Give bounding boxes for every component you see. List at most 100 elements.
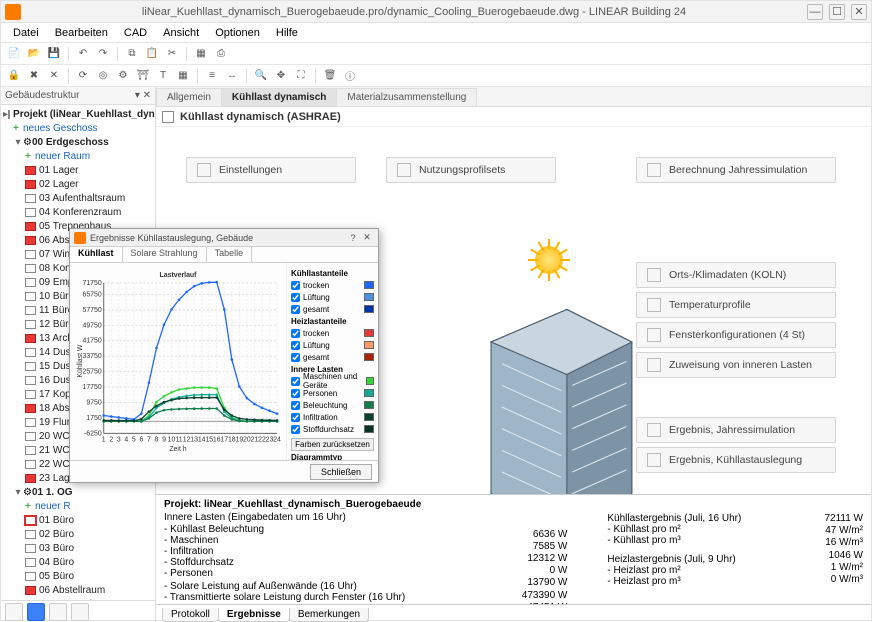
legend-header-diagrammtyp: Diagrammtyp (291, 453, 374, 460)
legend-cb-maschinen[interactable] (291, 377, 300, 386)
menu-cad[interactable]: CAD (116, 25, 155, 41)
legend-cb-lueftung[interactable] (291, 293, 300, 302)
layers-icon[interactable]: ▦ (192, 45, 210, 63)
tree-row[interactable]: ▸Projekt (liNear_Kuehllast_dynamis (3, 107, 155, 121)
legend-cb-stoff[interactable] (291, 425, 300, 434)
svg-text:1: 1 (102, 436, 106, 443)
undo-icon[interactable]: ↶ (74, 45, 92, 63)
tree-row[interactable]: 01 Lager (3, 163, 155, 177)
tree-row[interactable]: +neuer Raum (3, 149, 155, 163)
svg-text:Lastverlauf: Lastverlauf (160, 272, 198, 279)
btn-einstellungen[interactable]: Einstellungen (186, 157, 356, 183)
tree-row[interactable]: +neuer R (3, 499, 155, 513)
menu-datei[interactable]: Datei (5, 25, 47, 41)
tree-row[interactable]: 03 Aufenthaltsraum (3, 191, 155, 205)
btn-ortsdaten[interactable]: Orts-/Klimadaten (KOLN) (636, 262, 836, 288)
info-icon[interactable]: ⓘ (341, 67, 359, 85)
close-window-button[interactable]: ✕ (851, 4, 867, 20)
menu-optionen[interactable]: Optionen (207, 25, 268, 41)
reset-colors-button[interactable]: Farben zurücksetzen (291, 438, 374, 451)
paste-icon[interactable]: 📋 (143, 45, 161, 63)
tab-allgemein[interactable]: Allgemein (156, 88, 222, 106)
results-tab-protokoll[interactable]: Protokoll (162, 608, 219, 622)
lock-icon[interactable]: 🔒 (5, 67, 23, 85)
dialog-close-footer-button[interactable]: Schließen (310, 464, 372, 480)
fit-icon[interactable]: ⛶ (292, 67, 310, 85)
dialog-titlebar[interactable]: Ergebnisse Kühllastauslegung, Gebäude ? … (70, 229, 378, 247)
menu-ansicht[interactable]: Ansicht (155, 25, 207, 41)
copy-icon[interactable]: ⧉ (123, 45, 141, 63)
print-icon[interactable]: ⎙ (212, 45, 230, 63)
door-icon[interactable]: ⛩ (134, 67, 152, 85)
save-icon[interactable]: 💾 (45, 45, 63, 63)
swatch-icon (364, 353, 374, 361)
trash-icon[interactable]: 🗑 (321, 67, 339, 85)
swatch-icon (364, 341, 374, 349)
btn-ergebnis-jahres[interactable]: Ergebnis, Jahressimulation (636, 417, 836, 443)
close-panel-icon[interactable]: ✕ (45, 67, 63, 85)
legend-cb-h-gesamt[interactable] (291, 353, 300, 362)
svg-text:1750: 1750 (86, 415, 102, 422)
tab-kuehllast[interactable]: Kühllast dynamisch (221, 88, 337, 106)
legend-cb-h-trocken[interactable] (291, 329, 300, 338)
btn-innere-lasten[interactable]: Zuweisung von inneren Lasten (636, 352, 836, 378)
legend-cb-beleuchtung[interactable] (291, 401, 300, 410)
legend-cb-personen[interactable] (291, 389, 300, 398)
results-tab-bemerkungen[interactable]: Bemerkungen (289, 608, 369, 622)
btn-ergebnis-kuehllast[interactable]: Ergebnis, Kühllastauslegung (636, 447, 836, 473)
btn-jahressimulation[interactable]: Berechnung Jahressimulation (636, 157, 836, 183)
zoom-icon[interactable]: 🔍 (252, 67, 270, 85)
center-icon[interactable]: ↔ (223, 67, 241, 85)
minimize-button[interactable]: — (807, 4, 823, 20)
menu-bearbeiten[interactable]: Bearbeiten (47, 25, 116, 41)
maximize-button[interactable]: ☐ (829, 4, 845, 20)
view-grid-icon[interactable] (49, 603, 67, 621)
tree-row[interactable]: +neues Geschoss (3, 121, 155, 135)
redo-icon[interactable]: ↷ (94, 45, 112, 63)
legend-cb-gesamt[interactable] (291, 305, 300, 314)
dialog-tab-solar[interactable]: Solare Strahlung (123, 247, 207, 262)
tree-row[interactable]: ▾⚙ 01 1. OG (3, 485, 155, 499)
tree-row[interactable]: 05 Büro (3, 569, 155, 583)
swatch-icon (364, 401, 374, 409)
dialog-help-button[interactable]: ? (346, 231, 360, 245)
gear-icon[interactable]: ⚙ (114, 67, 132, 85)
legend-cb-h-lueftung[interactable] (291, 341, 300, 350)
tree-row[interactable]: 02 Büro (3, 527, 155, 541)
dialog-tab-kuehllast[interactable]: Kühllast (70, 247, 123, 262)
rotate-icon[interactable]: ⟳ (74, 67, 92, 85)
dialog-tab-tabelle[interactable]: Tabelle (207, 247, 253, 262)
text-icon[interactable]: T (154, 67, 172, 85)
tree-row[interactable]: 01 Büro (3, 513, 155, 527)
cut-icon[interactable]: ✂ (163, 45, 181, 63)
sidebar-pin-icon[interactable]: ▾ ✕ (135, 90, 151, 101)
tree-row[interactable]: 04 Büro (3, 555, 155, 569)
tree-row[interactable]: ▾⚙ 00 Erdgeschoss (3, 135, 155, 149)
tree-row[interactable]: 03 Büro (3, 541, 155, 555)
tree-row[interactable]: 06 Abstellraum (3, 583, 155, 597)
align-left-icon[interactable]: ≡ (203, 67, 221, 85)
delete-icon[interactable]: ✖ (25, 67, 43, 85)
pan-icon[interactable]: ✥ (272, 67, 290, 85)
dialog-close-button[interactable]: ✕ (360, 231, 374, 245)
building-illustration (446, 277, 666, 494)
open-icon[interactable]: 📂 (25, 45, 43, 63)
view-list-icon[interactable] (5, 603, 23, 621)
menu-hilfe[interactable]: Hilfe (268, 25, 306, 41)
btn-nutzungsprofilsets[interactable]: Nutzungsprofilsets (386, 157, 556, 183)
new-icon[interactable]: 📄 (5, 45, 23, 63)
table-icon[interactable]: ▦ (174, 67, 192, 85)
view-tree-icon[interactable] (27, 603, 45, 621)
tab-material[interactable]: Materialzusammenstellung (336, 88, 477, 106)
chart-dialog: Ergebnisse Kühllastauslegung, Gebäude ? … (69, 228, 379, 483)
results-tab-ergebnisse[interactable]: Ergebnisse (218, 608, 290, 622)
target-icon[interactable]: ◎ (94, 67, 112, 85)
legend-cb-trocken[interactable] (291, 281, 300, 290)
content-header-icon (162, 111, 174, 123)
tree-row[interactable]: 04 Konferenzraum (3, 205, 155, 219)
legend-cb-infiltration[interactable] (291, 413, 300, 422)
tree-row[interactable]: 02 Lager (3, 177, 155, 191)
view-detail-icon[interactable] (71, 603, 89, 621)
btn-fensterkonfig[interactable]: Fensterkonfigurationen (4 St) (636, 322, 836, 348)
btn-temperaturprofile[interactable]: Temperaturprofile (636, 292, 836, 318)
